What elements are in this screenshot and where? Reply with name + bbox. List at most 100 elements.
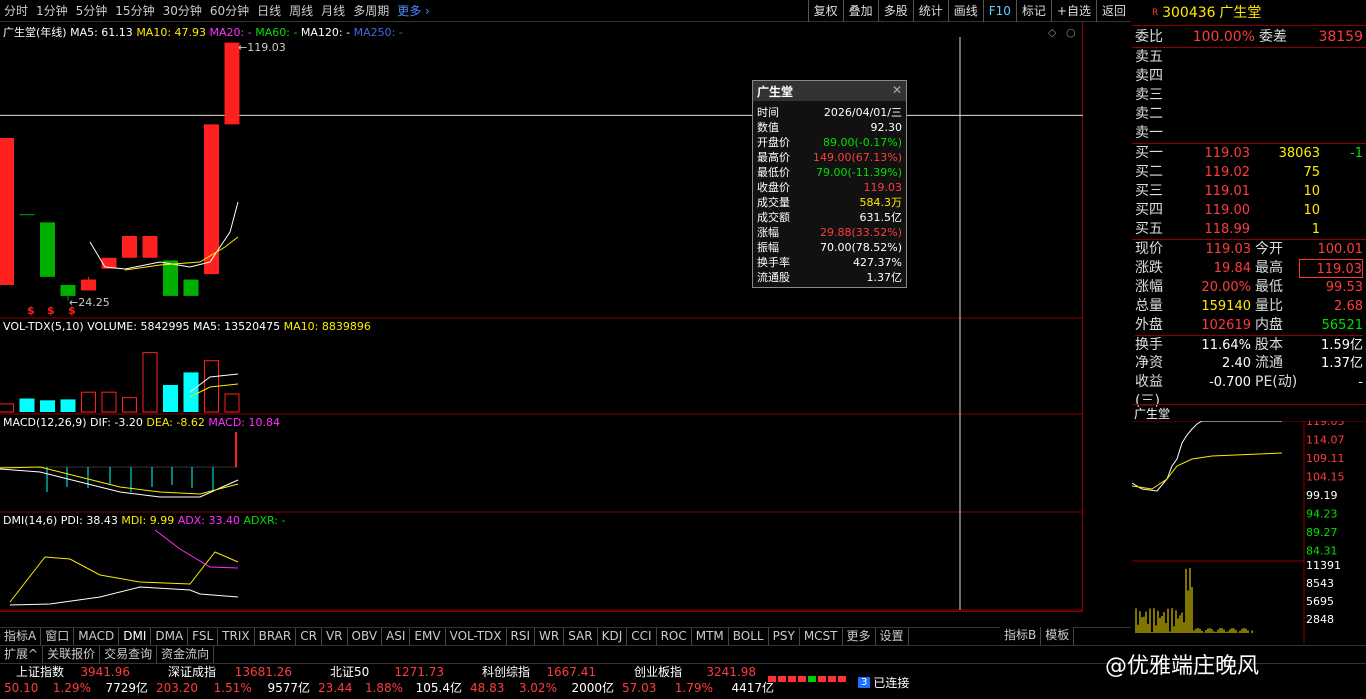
toolbar-btn-2[interactable]: 多股 [877,0,913,22]
buy-price: 119.01 [1204,184,1251,199]
period-tab-4[interactable]: 30分钟 [159,2,206,19]
toolbar-btn-5[interactable]: F10 [982,0,1016,22]
buy-level[interactable]: 买三 119.01 10 [1135,182,1363,201]
index-change: 23.44 [318,681,353,695]
indicator-right-tab-1[interactable]: 模板 [1041,627,1075,645]
stat-label: 收益(三) [1135,374,1163,409]
close-icon[interactable]: ✕ [892,83,902,99]
indicator-tab-5[interactable]: FSL [188,628,219,645]
bottom-tab-3[interactable]: 资金流向 [157,646,215,663]
tooltip-key: 数值 [757,121,779,134]
bottom-tab-0[interactable]: 扩展^ [0,646,44,663]
indicator-tab-25[interactable]: 设置 [876,628,909,645]
period-tab-3[interactable]: 15分钟 [111,2,158,19]
connection-status[interactable]: 3 已连接 [858,674,909,691]
indicator-tab-2[interactable]: MACD [74,628,120,645]
indicator-tab-17[interactable]: KDJ [598,628,628,645]
toolbar-right: 复权 叠加 多股 统计 画线 F10 标记 +自选 返回 [807,0,1131,22]
period-tab-5[interactable]: 60分钟 [206,2,253,19]
indicator-tab-15[interactable]: WR [535,628,565,645]
indicator-tab-22[interactable]: PSY [769,628,800,645]
indicator-right-tab-0[interactable]: 指标B [1000,627,1042,645]
toolbar-btn-4[interactable]: 画线 [947,0,983,22]
index-item[interactable]: 北证50 1271.73 23.44 1.88% 105.4亿 [314,664,466,696]
period-tab-0[interactable]: 分时 [0,2,32,19]
indicator-tab-7[interactable]: BRAR [255,628,297,645]
toolbar-btn-8[interactable]: 返回 [1095,0,1131,22]
indicator-tab-18[interactable]: CCI [627,628,657,645]
candle-body[interactable] [224,42,240,125]
period-tab-7[interactable]: 周线 [285,2,317,19]
index-item[interactable]: 深证成指 13681.26 203.20 1.51% 9577亿 [152,664,314,696]
stat-label: 涨跌 [1135,260,1163,276]
mini-price-tick: 94.23 [1306,508,1338,521]
toolbar-btn-0[interactable]: 复权 [807,0,843,22]
period-tab-9[interactable]: 多周期 [349,2,393,19]
indicator-tab-6[interactable]: TRIX [218,628,255,645]
indicator-tab-16[interactable]: SAR [564,628,598,645]
candle-body[interactable] [81,279,96,291]
buy-change [1320,201,1363,220]
period-tab-2[interactable]: 5分钟 [72,2,112,19]
buy-level[interactable]: 买四 119.00 10 [1135,201,1363,220]
candle-body[interactable] [19,214,35,216]
toolbar-btn-1[interactable]: 叠加 [842,0,878,22]
indicator-tab-4[interactable]: DMA [151,628,189,645]
toolbar-btn-3[interactable]: 统计 [912,0,948,22]
volume-bar [19,398,35,412]
stat-value: -0.700 [1209,375,1251,390]
indicator-tab-24[interactable]: 更多 [843,628,876,645]
index-item[interactable]: 科创综指 1667.41 48.83 3.02% 2000亿 [466,664,618,696]
buy-level[interactable]: 买五 118.99 1 [1135,220,1363,239]
index-name: 深证成指 [168,665,217,679]
candle-body[interactable] [60,285,76,296]
candle-body[interactable] [122,236,137,258]
volume-bar [122,397,137,413]
period-tab-6[interactable]: 日线 [253,2,285,19]
indicator-tab-9[interactable]: VR [322,628,348,645]
stat-value: 20.00% [1201,280,1251,295]
indicator-tab-3[interactable]: DMI [119,628,152,645]
bottom-tab-2[interactable]: 交易查询 [100,646,158,663]
buy-level[interactable]: 买二 119.02 75 [1135,163,1363,182]
stat-row: 涨幅 20.00% 最低 99.53 [1135,278,1363,297]
indicator-tab-23[interactable]: MCST [800,628,843,645]
candle-body[interactable] [163,260,178,296]
tooltip-row: 换手率 427.37% [753,255,906,270]
circle-icon[interactable]: ○ [1066,26,1076,39]
indicator-tab-11[interactable]: ASI [382,628,411,645]
more-periods-button[interactable]: 更多 › [393,2,434,19]
indicator-tab-1[interactable]: 窗口 [41,628,75,645]
tooltip-key: 成交量 [757,196,790,209]
stat-row: 涨跌 19.84 最高 119.03 [1135,259,1363,278]
toolbar-btn-7[interactable]: +自选 [1050,0,1096,22]
indicator-tab-21[interactable]: BOLL [729,628,769,645]
period-tab-8[interactable]: 月线 [317,2,349,19]
bottom-tab-1[interactable]: 关联报价 [43,646,101,663]
indicator-tab-8[interactable]: CR [296,628,322,645]
index-row2: 203.20 1.51% 9577亿 [152,680,314,696]
indicator-tab-20[interactable]: MTM [692,628,729,645]
tooltip-value: 2026/04/01/三 [823,106,902,119]
candle-body[interactable] [142,236,158,258]
period-tab-1[interactable]: 1分钟 [32,2,72,19]
indicator-tab-19[interactable]: ROC [657,628,692,645]
toolbar-btn-6[interactable]: 标记 [1015,0,1051,22]
index-value: 1271.73 [394,665,444,679]
index-item[interactable]: 上证指数 3941.96 50.10 1.29% 7729亿 [0,664,152,696]
indicator-tab-14[interactable]: RSI [507,628,536,645]
stat-label: 量比 [1255,298,1283,314]
indicator-tab-13[interactable]: VOL-TDX [446,628,507,645]
candle-body[interactable] [183,279,199,296]
indicator-tabs-right: 指标B 模板 [1000,627,1075,645]
candle-body[interactable] [40,222,55,277]
diamond-icon[interactable]: ◇ [1048,26,1057,39]
candle-body[interactable] [0,138,14,285]
intraday-mini-chart[interactable]: 广生堂 119.03 114.07 109.11 104.15 99.19 94.23 89… [1132,404,1366,643]
index-item[interactable]: 创业板指 3241.98 57.03 1.79% 4417亿 [618,664,778,696]
buy-label: 买三 [1135,183,1163,199]
indicator-tab-10[interactable]: OBV [348,628,383,645]
indicator-tab-0[interactable]: 指标A [0,628,42,645]
indicator-tab-12[interactable]: EMV [410,628,446,645]
buy-level[interactable]: 买一 119.03 38063 -1 [1135,144,1363,163]
